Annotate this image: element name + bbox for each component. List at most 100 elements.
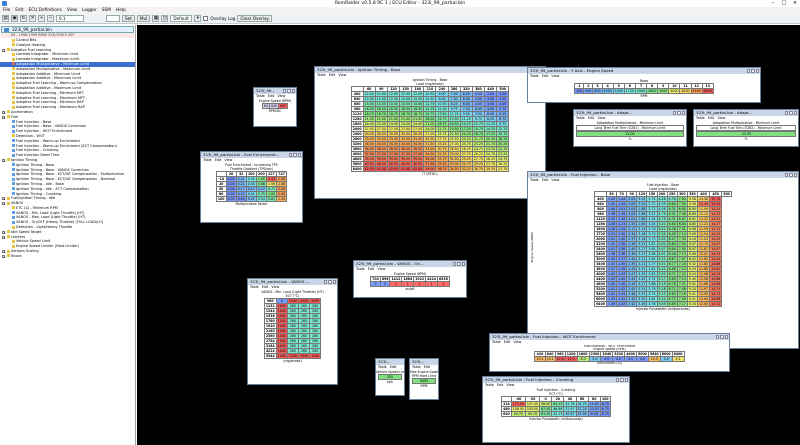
table-cell[interactable]: 2.40: [626, 256, 638, 262]
table-cell[interactable]: 9.08: [686, 226, 698, 232]
table-cell[interactable]: 0.21: [245, 196, 257, 202]
table-cell[interactable]: 34.75: [575, 401, 589, 407]
table-cell[interactable]: 0.75: [255, 191, 267, 197]
table-cell[interactable]: 21.00: [399, 116, 413, 122]
axis-header-cell[interactable]: 2560: [263, 333, 277, 339]
table-cell[interactable]: 10.50: [435, 101, 449, 107]
window-titlebar[interactable]: 323i_99_partial.bin - Y Axis - Engine Sp…: [528, 68, 760, 74]
table-cell[interactable]: 2.06: [276, 191, 288, 197]
table-cell[interactable]: 12.00: [374, 91, 388, 97]
table-cell[interactable]: 14.25: [709, 206, 723, 212]
axis-header-cell[interactable]: 4800: [350, 156, 364, 162]
table-cell[interactable]: 18.75: [435, 121, 449, 127]
table-cell[interactable]: 11.25: [459, 116, 473, 122]
axis-header-cell[interactable]: 6400: [350, 166, 364, 172]
table-cell[interactable]: 12.00: [399, 96, 413, 102]
table-cell[interactable]: 1.39: [605, 256, 618, 262]
table-cell[interactable]: 36.00: [411, 146, 425, 152]
table-cell[interactable]: 33.00: [374, 136, 388, 142]
menu-ssm[interactable]: SSM: [102, 7, 111, 14]
table-cell[interactable]: 18.75: [374, 111, 388, 117]
table-cell[interactable]: 14.25: [483, 126, 498, 132]
table-cell[interactable]: 24.75: [459, 141, 473, 147]
table-cell[interactable]: 1.40: [616, 276, 628, 282]
scale-select[interactable]: Default: [170, 15, 193, 22]
table-cell[interactable]: 2.04: [626, 216, 638, 222]
table-cell[interactable]: 40.50: [386, 161, 401, 167]
table-cell[interactable]: 2.05: [626, 196, 638, 202]
table-cell[interactable]: 1.35: [616, 261, 628, 267]
axis-header-cell[interactable]: 350: [686, 191, 698, 197]
expand-toggle-icon[interactable]: +: [2, 254, 6, 258]
expand-toggle-icon[interactable]: +: [2, 202, 6, 206]
table-cell[interactable]: 15.00: [362, 101, 376, 107]
axis-header-cell[interactable]: 6000: [659, 351, 673, 357]
table-cell[interactable]: 21.00: [386, 116, 401, 122]
table-cell[interactable]: 7.14: [676, 276, 688, 282]
table-cell[interactable]: 7.09: [676, 296, 688, 302]
table-cell[interactable]: 33.00: [447, 161, 461, 167]
window-fuel-injection-cranking[interactable]: 323i_99_partial.bin - Fuel Injection - C…: [482, 376, 630, 443]
mul-button[interactable]: Mul: [136, 15, 151, 22]
table-cell[interactable]: 2.08: [276, 176, 288, 182]
table-cell[interactable]: 5.02: [656, 241, 668, 247]
table-cell[interactable]: 3.00: [636, 201, 648, 207]
table-cell[interactable]: 1040: [286, 353, 299, 359]
table-cell[interactable]: 14.43: [696, 201, 711, 207]
table-cell[interactable]: 11.88: [696, 281, 711, 287]
table-cell[interactable]: 1.28: [605, 221, 618, 227]
table-cell[interactable]: 3.79: [646, 286, 658, 292]
table-cell[interactable]: 11.25: [447, 111, 461, 117]
table-cell[interactable]: 7.17: [676, 301, 688, 307]
table-cell[interactable]: 1.24: [616, 226, 628, 232]
decrement-icon[interactable]: −: [47, 15, 54, 22]
axis-header-cell[interactable]: 1720: [594, 231, 607, 237]
table-cell[interactable]: 2.39: [626, 251, 638, 257]
axis-header-cell[interactable]: 250: [666, 191, 678, 197]
axis-header-cell[interactable]: 2800: [350, 136, 364, 142]
table-cell[interactable]: 11.95: [696, 291, 711, 297]
table-cell[interactable]: 21.00: [374, 116, 388, 122]
table-cell[interactable]: 5.19: [656, 281, 668, 287]
table-cell[interactable]: 1040: [275, 313, 288, 319]
window-titlebar[interactable]: 323i_99_partial.bin - Adapt...: [694, 110, 798, 116]
table-cell[interactable]: 4.46: [656, 196, 668, 202]
table-cell[interactable]: 3.85: [646, 256, 658, 262]
table-cell[interactable]: 7.08: [676, 286, 688, 292]
window-vanos-min-load[interactable]: 323i_99_partial.bin - VANOS ... Table Edi…: [247, 278, 338, 385]
table-cell[interactable]: 0.21: [235, 176, 247, 182]
table-cell[interactable]: 27.00: [447, 141, 461, 147]
table-cell[interactable]: 2.20: [626, 221, 638, 227]
table-cell[interactable]: 1.38: [616, 216, 628, 222]
table-cell[interactable]: 6.47: [666, 236, 678, 242]
table-cell[interactable]: 26.25: [483, 156, 498, 162]
axis-header-cell[interactable]: 1664: [401, 276, 415, 282]
table-cell[interactable]: 2.47: [626, 271, 638, 277]
table-cell[interactable]: 39.00: [423, 166, 437, 172]
table-cell[interactable]: 6.67: [666, 256, 678, 262]
table-cell[interactable]: 1720: [623, 88, 636, 94]
table-cell[interactable]: 3.27: [636, 246, 648, 252]
table-cell[interactable]: 15.75: [471, 126, 486, 132]
table-cell[interactable]: 15.00: [374, 101, 388, 107]
window-engine-speed-limit[interactable]: 323i... Table Edit Max Engine Speed RPM H…: [409, 358, 439, 400]
table-cell[interactable]: 800: [592, 88, 603, 94]
table-cell[interactable]: 16.50: [386, 106, 401, 112]
table-cell[interactable]: 64: [261, 103, 270, 109]
table-cell[interactable]: 7.00: [676, 196, 688, 202]
axis-header-cell[interactable]: 1600: [576, 351, 590, 357]
table-cell[interactable]: 15.75: [496, 131, 510, 137]
table-cell[interactable]: 1: [436, 281, 450, 287]
table-cell[interactable]: 33.00: [386, 136, 401, 142]
table-cell[interactable]: 8.97: [686, 246, 698, 252]
table-cell[interactable]: 5500: [690, 88, 703, 94]
table-cell[interactable]: 0.00: [225, 196, 237, 202]
table-cell[interactable]: 6.84: [666, 246, 678, 252]
table-cell[interactable]: 40.50: [399, 161, 413, 167]
table-cell[interactable]: 6.26: [666, 251, 678, 257]
table-cell[interactable]: 5.22: [656, 266, 668, 272]
table-cell[interactable]: 6.60: [666, 201, 678, 207]
table-cell[interactable]: 2.17: [626, 226, 638, 232]
table-cell[interactable]: 5.02: [656, 236, 668, 242]
axis-header-cell[interactable]: 4000: [624, 351, 638, 357]
